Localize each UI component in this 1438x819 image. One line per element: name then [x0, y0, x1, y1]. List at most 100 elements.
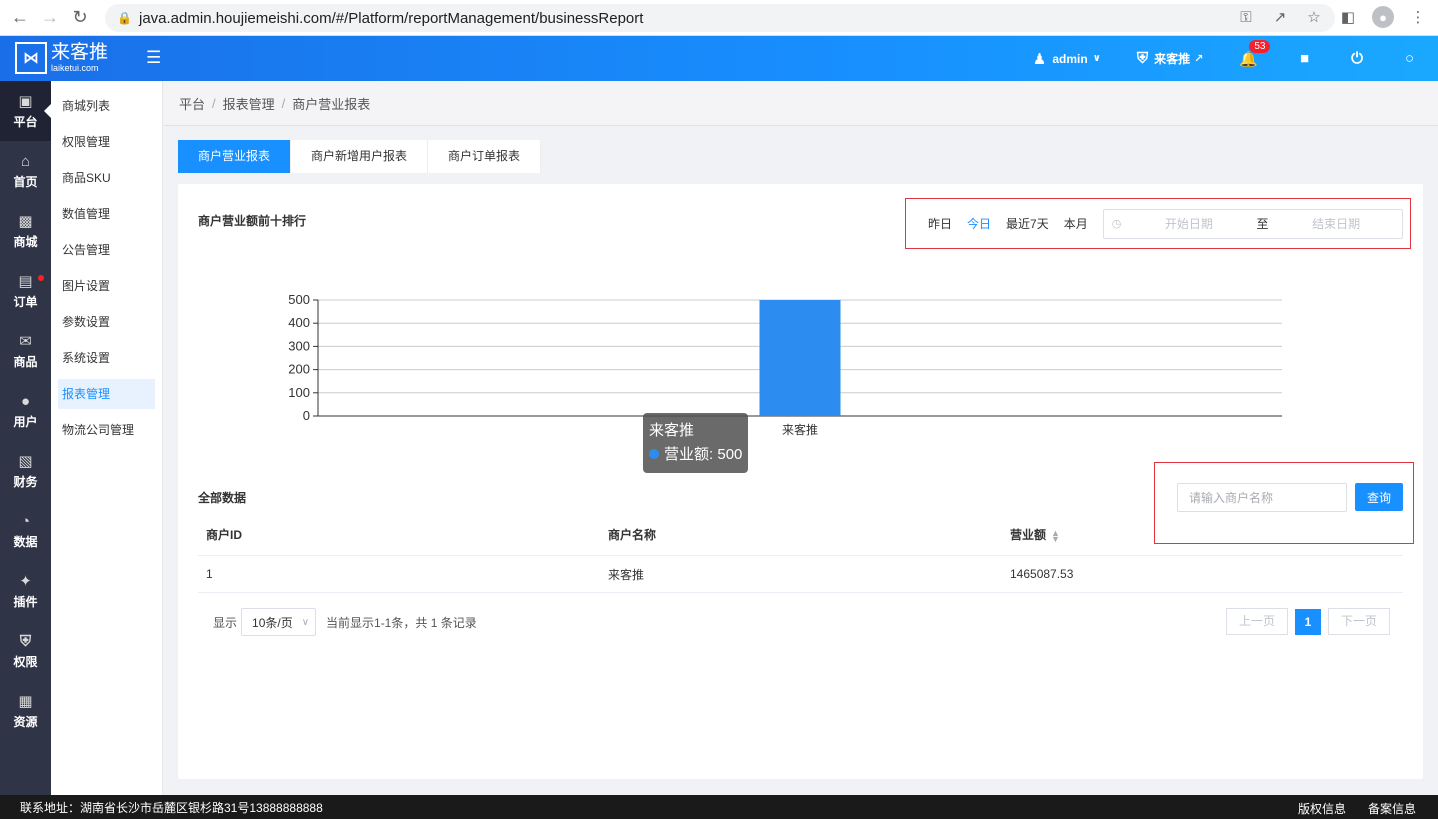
- lock-icon: 🔒: [117, 11, 132, 25]
- store-name: 来客推: [1154, 52, 1191, 66]
- column-header-revenue[interactable]: 营业额 ▲ ▼: [1002, 526, 1403, 543]
- date-range-picker[interactable]: ◷ 开始日期 至 结束日期: [1102, 208, 1403, 239]
- merchant-table: 商户ID 商户名称 营业额 ▲ ▼ 1 来客推 1465087.53: [198, 514, 1403, 593]
- notification-badge: 53: [1249, 39, 1271, 53]
- nav-item-label: 权限: [13, 654, 38, 669]
- start-date-input[interactable]: 开始日期: [1131, 215, 1246, 232]
- nav-item-label: 商品: [13, 355, 38, 369]
- breadcrumb-item-business-report: 商户营业报表: [292, 96, 371, 112]
- tab-order-report[interactable]: 商户订单报表: [428, 140, 542, 173]
- search-button[interactable]: 查询: [1355, 483, 1403, 511]
- date-option-last7days[interactable]: 最近7天: [1006, 215, 1049, 232]
- nav-item-data[interactable]: ◔ 数据: [0, 501, 51, 561]
- logo-title: 来客推: [51, 42, 109, 63]
- submenu-item[interactable]: 系统设置: [58, 343, 155, 373]
- nav-item-order[interactable]: ▤ 订单: [0, 261, 51, 321]
- submenu-item[interactable]: 参数设置: [58, 307, 155, 337]
- browser-toolbar: ← → ↻ 🔒 java.admin.houjiemeishi.com/#/Pl…: [0, 0, 1438, 36]
- nav-item-label: 平台: [13, 115, 38, 129]
- breadcrumb-item-platform[interactable]: 平台: [179, 94, 205, 113]
- nav-item-mall[interactable]: ▩ 商城: [0, 201, 51, 261]
- end-date-input[interactable]: 结束日期: [1279, 215, 1394, 232]
- power-icon: ⏻: [1351, 50, 1363, 67]
- hamburger-icon[interactable]: ☰: [146, 48, 161, 68]
- share-icon[interactable]: ↗: [1270, 7, 1290, 27]
- nav-item-platform[interactable]: ▣ 平台: [0, 81, 51, 141]
- nav-item-goods[interactable]: ✉ 商品: [0, 321, 51, 381]
- reload-icon[interactable]: ↻: [70, 7, 90, 28]
- submenu-item[interactable]: 商品SKU: [58, 163, 155, 193]
- nav-item-label: 数据: [13, 534, 38, 549]
- user-name: admin: [1052, 51, 1088, 66]
- skin-button[interactable]: ■: [1282, 50, 1333, 67]
- chart-tooltip: 来客推 营业额: 500: [643, 413, 749, 473]
- globe-icon: ○: [1404, 50, 1414, 67]
- breadcrumb-item-report-management[interactable]: 报表管理: [223, 94, 275, 113]
- forward-icon[interactable]: →: [40, 7, 60, 28]
- submenu-item[interactable]: 报表管理: [58, 379, 155, 409]
- merchant-search-input[interactable]: [1177, 483, 1347, 512]
- date-range-separator: 至: [1256, 217, 1269, 231]
- date-option-yesterday[interactable]: 昨日: [928, 215, 952, 232]
- submenu-item[interactable]: 商城列表: [58, 91, 155, 121]
- nav-item-resource[interactable]: ▦ 资源: [0, 681, 51, 741]
- page-size-value: 10条/页: [252, 615, 293, 630]
- footer-link-filing[interactable]: 备案信息: [1368, 800, 1416, 817]
- submenu-item[interactable]: 权限管理: [58, 127, 155, 157]
- page-number-current[interactable]: 1: [1295, 608, 1322, 635]
- date-filter: 昨日 今日 最近7天 本月 ◷ 开始日期 至 结束日期: [905, 198, 1411, 249]
- profile-icon[interactable]: ●: [1372, 6, 1394, 28]
- tooltip-value: 500: [717, 446, 743, 463]
- platform-icon: ▣: [18, 93, 33, 110]
- pagination-controls: 上一页 1 下一页: [1226, 608, 1391, 635]
- show-label: 显示: [213, 615, 238, 630]
- logout-button[interactable]: ⏻: [1333, 50, 1387, 67]
- nav-item-label: 首页: [13, 174, 38, 189]
- back-icon[interactable]: ←: [10, 7, 30, 28]
- footer-link-copyright[interactable]: 版权信息: [1298, 800, 1346, 817]
- breadcrumb-separator: /: [281, 95, 286, 111]
- tab-new-user-report[interactable]: 商户新增用户报表: [291, 140, 429, 173]
- user-menu[interactable]: ♟ admin ∨: [1015, 50, 1119, 68]
- nav-item-plugin[interactable]: ✦ 插件: [0, 561, 51, 621]
- footer-address: 联系地址：湖南省长沙市岳麓区银杉路31号13888888888: [20, 800, 323, 815]
- submenu-item[interactable]: 公告管理: [58, 235, 155, 265]
- tooltip-series-dot: [649, 449, 659, 459]
- tooltip-title: 来客推: [649, 422, 695, 439]
- tooltip-series-name: 营业额: [664, 446, 710, 463]
- tab-business-report[interactable]: 商户营业报表: [178, 140, 292, 173]
- clock-icon: ◷: [1111, 218, 1122, 230]
- menu-icon[interactable]: ⋮: [1408, 7, 1428, 27]
- submenu-item[interactable]: 图片设置: [58, 271, 155, 301]
- nav-item-user[interactable]: ● 用户: [0, 381, 51, 441]
- store-link[interactable]: ⛨ 来客推 ↗: [1119, 50, 1222, 67]
- star-icon[interactable]: ☆: [1304, 7, 1324, 27]
- table-header-row: 商户ID 商户名称 营业额 ▲ ▼: [198, 514, 1403, 556]
- date-option-today[interactable]: 今日: [967, 215, 991, 232]
- date-option-this-month[interactable]: 本月: [1064, 215, 1088, 232]
- app-header: ⋈ 来客推 laiketui.com ☰ ♟ admin ∨ ⛨ 来客推 ↗ 🔔…: [0, 36, 1438, 81]
- submenu-item[interactable]: 物流公司管理: [58, 415, 155, 445]
- y-tick-label: 0: [303, 408, 310, 423]
- address-bar[interactable]: 🔒 java.admin.houjiemeishi.com/#/Platform…: [105, 4, 1335, 32]
- nav-item-permission[interactable]: ⛨ 权限: [0, 621, 51, 681]
- submenu-item[interactable]: 数值管理: [58, 199, 155, 229]
- page-size-select[interactable]: 10条/页 ∨: [241, 608, 317, 636]
- unread-dot: [38, 275, 44, 281]
- data-icon: ◔: [20, 512, 31, 530]
- key-icon[interactable]: ⚿: [1236, 7, 1256, 27]
- user-icon: ●: [20, 392, 31, 410]
- nav-item-label: 用户: [13, 414, 38, 429]
- nav-item-label: 财务: [13, 475, 38, 489]
- bar-0: [759, 300, 841, 416]
- sidepanel-icon[interactable]: ◧: [1338, 7, 1358, 27]
- notification-button[interactable]: 🔔 53: [1221, 39, 1282, 68]
- nav-item-home[interactable]: ⌂ 首页: [0, 141, 51, 201]
- nav-item-finance[interactable]: ▧ 财务: [0, 441, 51, 501]
- logo-icon: ⋈: [15, 42, 47, 74]
- sort-icon[interactable]: ▲ ▼: [1051, 528, 1060, 543]
- language-button[interactable]: ○: [1387, 50, 1438, 67]
- next-page-button[interactable]: 下一页: [1328, 608, 1391, 635]
- plugin-icon: ✦: [19, 573, 32, 590]
- prev-page-button[interactable]: 上一页: [1226, 608, 1289, 635]
